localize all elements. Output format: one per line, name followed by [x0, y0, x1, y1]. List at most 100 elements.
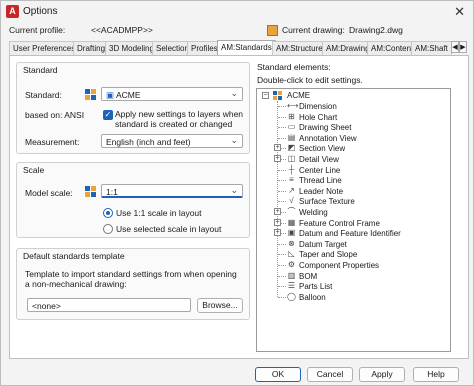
tree-connector [277, 101, 278, 297]
collapse-icon[interactable]: − [262, 92, 269, 99]
annotation-view-icon: ▤ [287, 132, 296, 142]
template-group-title: Default standards template [23, 251, 125, 261]
tree-connector [278, 127, 286, 129]
tree-item[interactable]: Dimension [299, 102, 337, 111]
expand-icon[interactable]: + [274, 155, 281, 162]
tree-item[interactable]: Thread Line [299, 176, 342, 185]
model-scale-select[interactable]: 1:1 ⌄ [101, 184, 243, 198]
welding-icon: ⌒ [287, 207, 296, 216]
apply-layers-checkbox[interactable]: ✓ [103, 110, 113, 120]
tab-am-standards[interactable]: AM:Standards [217, 40, 276, 55]
window-title: Options [23, 6, 58, 17]
tab-am-structure[interactable]: AM:Structure [272, 41, 327, 55]
tree-connector [278, 169, 286, 171]
tree-item[interactable]: Leader Note [299, 187, 343, 196]
tree-item[interactable]: Annotation View [299, 134, 357, 143]
browse-button[interactable]: Browse... [197, 298, 243, 313]
tree-connector [278, 296, 286, 298]
tab-drafting[interactable]: Drafting [73, 41, 110, 55]
parts-list-icon: ☰ [287, 281, 296, 291]
close-icon[interactable]: ✕ [454, 4, 465, 20]
tree-item[interactable]: Welding [299, 208, 328, 217]
tree-connector [278, 190, 286, 192]
template-description: Template to import standard settings fro… [25, 269, 237, 289]
apply-button[interactable]: Apply [359, 367, 405, 382]
component-properties-icon: ⚙ [287, 260, 296, 269]
scale-icon[interactable] [85, 186, 97, 197]
tree-connector [278, 201, 286, 203]
tab-am-shaft[interactable]: AM:Shaft [411, 41, 452, 55]
expand-icon[interactable]: + [274, 218, 281, 226]
detail-view-icon: ◫ [287, 154, 296, 163]
balloon-icon: ◯ [287, 291, 296, 301]
tree-item[interactable]: Center Line [299, 166, 340, 175]
ok-button[interactable]: OK [255, 367, 301, 382]
expand-icon[interactable]: + [274, 144, 281, 152]
thread-line-icon: ≡ [289, 175, 294, 185]
use-1to1-radio[interactable] [103, 208, 113, 218]
chevron-down-icon: ⌄ [230, 185, 238, 195]
measurement-select-value: English (inch and feet) [106, 137, 191, 147]
template-path-input[interactable]: <none> [27, 298, 191, 312]
tree-item[interactable]: Drawing Sheet [299, 123, 351, 132]
tree-item[interactable]: Parts List [299, 282, 332, 291]
tree-connector [278, 106, 286, 107]
use-1to1-label: Use 1:1 scale in layout [116, 208, 202, 218]
tree-item[interactable]: Component Properties [299, 261, 379, 270]
datum-target-icon: ⊗ [288, 238, 295, 248]
hole-chart-icon: ⊞ [288, 111, 295, 121]
help-button[interactable]: Help [413, 367, 459, 382]
feature-control-frame-icon: ▦ [287, 217, 296, 227]
tab-strip: User Preferences Drafting 3D Modeling Se… [9, 40, 469, 55]
chevron-down-icon: ⌄ [230, 88, 238, 98]
tree-item[interactable]: Balloon [299, 293, 326, 302]
measurement-select[interactable]: English (inch and feet) ⌄ [101, 134, 243, 148]
bom-icon: ▥ [287, 270, 296, 280]
tab-scroll-right-icon[interactable]: ▶ [459, 41, 467, 53]
standard-group: Standard Standard: ▣ ACME ⌄ based on: AN… [16, 62, 250, 154]
acme-standard-icon [273, 91, 283, 100]
tree-item[interactable]: Detail View [299, 155, 339, 164]
tree-root-acme[interactable]: ACME [287, 91, 310, 100]
standard-label: Standard: [25, 90, 62, 100]
tree-item[interactable]: Datum and Feature Identifier [299, 229, 401, 238]
standard-icon[interactable] [85, 89, 97, 100]
standard-elements-title: Standard elements: [257, 62, 331, 72]
tree-connector [278, 137, 286, 139]
tree-item[interactable]: BOM [299, 272, 317, 281]
expand-icon[interactable]: + [274, 208, 281, 215]
tree-item[interactable]: Section View [299, 144, 345, 153]
cancel-button[interactable]: Cancel [307, 367, 353, 382]
tree-item[interactable]: Surface Texture [299, 197, 355, 206]
apply-layers-label: Apply new settings to layers when standa… [115, 109, 244, 129]
tab-scroll-left-icon[interactable]: ◀ [451, 41, 459, 53]
tree-item[interactable]: Datum Target [299, 240, 347, 249]
tab-am-content[interactable]: AM:Content [367, 41, 418, 55]
chevron-down-icon: ⌄ [230, 135, 238, 145]
tree-connector [278, 275, 286, 277]
leader-note-icon: ↗ [288, 185, 295, 195]
use-selected-radio[interactable] [103, 224, 113, 234]
surface-texture-icon: √ [289, 196, 294, 206]
tab-am-drawing[interactable]: AM:Drawing [322, 41, 374, 55]
expand-icon[interactable]: + [274, 229, 281, 237]
tree-connector [278, 286, 286, 288]
profile-info: Current profile: <<ACADMPP>> Current dra… [9, 25, 469, 39]
template-group: Default standards template Template to i… [16, 248, 250, 320]
options-dialog: A Options ✕ Current profile: <<ACADMPP>>… [0, 0, 474, 386]
model-scale-value: 1:1 [106, 187, 118, 197]
standard-elements-tree[interactable]: − ACME ⟷ Dimension ⊞ Hole Chart ▭ Drawing She… [256, 88, 451, 352]
tab-scroll-arrows: ◀ ▶ [451, 41, 469, 54]
elements-hint: Double-click to edit settings. [257, 75, 363, 85]
standard-select[interactable]: ▣ ACME ⌄ [101, 87, 243, 101]
scale-group: Scale Model scale: 1:1 ⌄ Use 1:1 scale i… [16, 162, 250, 238]
tree-item[interactable]: Hole Chart [299, 113, 337, 122]
tree-item[interactable]: Taper and Slope [299, 250, 357, 259]
tree-connector [278, 254, 286, 256]
tree-item[interactable]: Feature Control Frame [299, 219, 380, 228]
current-profile-value: <<ACADMPP>> [91, 25, 153, 35]
tab-user-preferences[interactable]: User Preferences [9, 41, 80, 55]
current-drawing-label: Current drawing: [282, 25, 345, 35]
based-on-label: based on: ANSI [25, 110, 85, 120]
tab-3d-modeling[interactable]: 3D Modeling [105, 41, 158, 55]
